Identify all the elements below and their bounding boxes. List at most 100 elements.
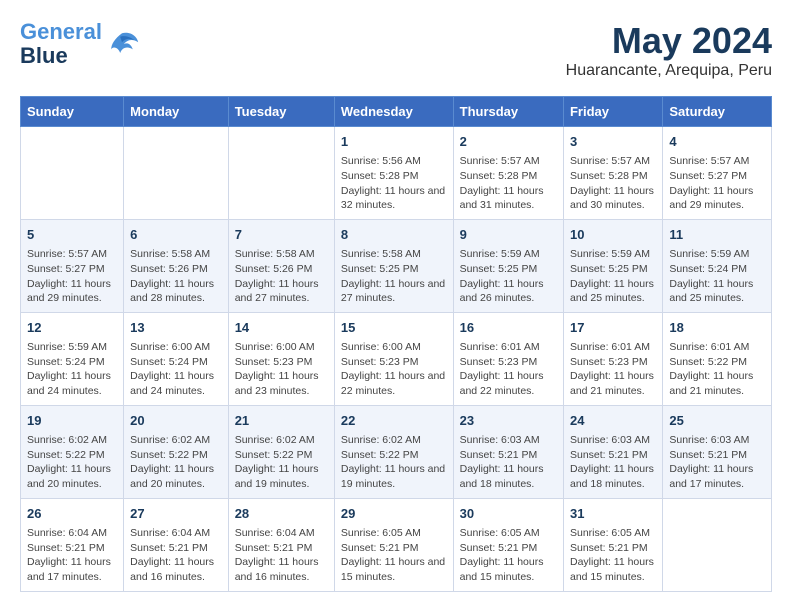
logo-bird-icon	[104, 26, 140, 62]
day-info: Sunrise: 6:03 AM	[460, 433, 557, 448]
calendar-cell: 29Sunrise: 6:05 AMSunset: 5:21 PMDayligh…	[334, 498, 453, 591]
day-info: Sunset: 5:24 PM	[27, 355, 117, 370]
day-info: Sunset: 5:22 PM	[235, 448, 328, 463]
day-info: Daylight: 11 hours and 31 minutes.	[460, 184, 557, 213]
day-info: Sunset: 5:21 PM	[235, 541, 328, 556]
day-number: 10	[570, 226, 656, 244]
day-info: Daylight: 11 hours and 15 minutes.	[460, 555, 557, 584]
day-number: 26	[27, 505, 117, 523]
day-number: 15	[341, 319, 447, 337]
day-info: Sunset: 5:25 PM	[341, 262, 447, 277]
day-info: Daylight: 11 hours and 21 minutes.	[570, 369, 656, 398]
day-info: Sunrise: 5:59 AM	[27, 340, 117, 355]
calendar-cell: 13Sunrise: 6:00 AMSunset: 5:24 PMDayligh…	[124, 312, 229, 405]
day-info: Sunrise: 6:04 AM	[27, 526, 117, 541]
week-row-5: 26Sunrise: 6:04 AMSunset: 5:21 PMDayligh…	[21, 498, 772, 591]
day-number: 25	[669, 412, 765, 430]
day-number: 14	[235, 319, 328, 337]
day-info: Sunrise: 5:56 AM	[341, 154, 447, 169]
calendar-cell: 27Sunrise: 6:04 AMSunset: 5:21 PMDayligh…	[124, 498, 229, 591]
day-info: Sunset: 5:23 PM	[235, 355, 328, 370]
logo-text: GeneralBlue	[20, 20, 102, 68]
day-number: 18	[669, 319, 765, 337]
day-info: Sunset: 5:26 PM	[130, 262, 222, 277]
day-number: 3	[570, 133, 656, 151]
day-info: Daylight: 11 hours and 25 minutes.	[570, 277, 656, 306]
day-number: 28	[235, 505, 328, 523]
day-info: Daylight: 11 hours and 15 minutes.	[570, 555, 656, 584]
day-number: 23	[460, 412, 557, 430]
day-info: Sunset: 5:27 PM	[669, 169, 765, 184]
day-info: Sunrise: 6:05 AM	[460, 526, 557, 541]
day-info: Sunrise: 5:57 AM	[570, 154, 656, 169]
calendar-cell: 10Sunrise: 5:59 AMSunset: 5:25 PMDayligh…	[563, 219, 662, 312]
day-number: 30	[460, 505, 557, 523]
calendar-cell: 19Sunrise: 6:02 AMSunset: 5:22 PMDayligh…	[21, 405, 124, 498]
calendar-cell: 2Sunrise: 5:57 AMSunset: 5:28 PMDaylight…	[453, 127, 563, 220]
calendar-cell: 12Sunrise: 5:59 AMSunset: 5:24 PMDayligh…	[21, 312, 124, 405]
day-info: Sunrise: 6:05 AM	[341, 526, 447, 541]
day-number: 11	[669, 226, 765, 244]
title-block: May 2024 Huarancante, Arequipa, Peru	[566, 20, 772, 80]
day-info: Sunrise: 6:05 AM	[570, 526, 656, 541]
day-info: Daylight: 11 hours and 25 minutes.	[669, 277, 765, 306]
day-number: 13	[130, 319, 222, 337]
day-info: Sunrise: 6:01 AM	[460, 340, 557, 355]
day-info: Sunset: 5:21 PM	[460, 448, 557, 463]
calendar-cell: 6 Sunrise: 5:58 AMSunset: 5:26 PMDaylight…	[124, 219, 229, 312]
calendar-cell: 20Sunrise: 6:02 AMSunset: 5:22 PMDayligh…	[124, 405, 229, 498]
day-number: 16	[460, 319, 557, 337]
header-cell-sunday: Sunday	[21, 97, 124, 127]
day-info: Daylight: 11 hours and 28 minutes.	[130, 277, 222, 306]
week-row-2: 5Sunrise: 5:57 AMSunset: 5:27 PMDaylight…	[21, 219, 772, 312]
day-number: 6	[130, 226, 222, 244]
calendar-cell: 30Sunrise: 6:05 AMSunset: 5:21 PMDayligh…	[453, 498, 563, 591]
day-info: Sunset: 5:21 PM	[27, 541, 117, 556]
day-number: 7	[235, 226, 328, 244]
day-info: Daylight: 11 hours and 20 minutes.	[130, 462, 222, 491]
day-info: Daylight: 11 hours and 29 minutes.	[669, 184, 765, 213]
day-info: Sunset: 5:23 PM	[341, 355, 447, 370]
day-number: 24	[570, 412, 656, 430]
calendar-cell: 28Sunrise: 6:04 AMSunset: 5:21 PMDayligh…	[228, 498, 334, 591]
day-info: Sunrise: 5:58 AM	[130, 247, 222, 262]
header-cell-friday: Friday	[563, 97, 662, 127]
day-info: Daylight: 11 hours and 19 minutes.	[235, 462, 328, 491]
calendar-cell: 14Sunrise: 6:00 AMSunset: 5:23 PMDayligh…	[228, 312, 334, 405]
day-info: Daylight: 11 hours and 19 minutes.	[341, 462, 447, 491]
day-info: Daylight: 11 hours and 18 minutes.	[570, 462, 656, 491]
day-info: Daylight: 11 hours and 17 minutes.	[27, 555, 117, 584]
day-info: Sunset: 5:23 PM	[570, 355, 656, 370]
day-number: 21	[235, 412, 328, 430]
calendar-body: 1Sunrise: 5:56 AMSunset: 5:28 PMDaylight…	[21, 127, 772, 592]
subtitle: Huarancante, Arequipa, Peru	[566, 62, 772, 80]
header-cell-tuesday: Tuesday	[228, 97, 334, 127]
day-number: 19	[27, 412, 117, 430]
day-info: Sunset: 5:21 PM	[570, 541, 656, 556]
day-info: Sunset: 5:22 PM	[27, 448, 117, 463]
day-number: 31	[570, 505, 656, 523]
day-info: Sunset: 5:22 PM	[341, 448, 447, 463]
day-info: Daylight: 11 hours and 27 minutes.	[235, 277, 328, 306]
day-info: Sunrise: 6:00 AM	[130, 340, 222, 355]
day-info: Sunset: 5:25 PM	[460, 262, 557, 277]
day-number: 8	[341, 226, 447, 244]
day-info: Daylight: 11 hours and 26 minutes.	[460, 277, 557, 306]
calendar-cell	[21, 127, 124, 220]
calendar-header: SundayMondayTuesdayWednesdayThursdayFrid…	[21, 97, 772, 127]
day-info: Daylight: 11 hours and 16 minutes.	[235, 555, 328, 584]
day-info: Sunrise: 5:57 AM	[460, 154, 557, 169]
header-row: SundayMondayTuesdayWednesdayThursdayFrid…	[21, 97, 772, 127]
day-info: Sunrise: 5:57 AM	[669, 154, 765, 169]
day-info: Sunset: 5:23 PM	[460, 355, 557, 370]
day-info: Sunset: 5:24 PM	[669, 262, 765, 277]
calendar-cell: 24Sunrise: 6:03 AMSunset: 5:21 PMDayligh…	[563, 405, 662, 498]
calendar-cell	[124, 127, 229, 220]
day-info: Daylight: 11 hours and 18 minutes.	[460, 462, 557, 491]
day-info: Daylight: 11 hours and 21 minutes.	[669, 369, 765, 398]
day-info: Sunrise: 6:01 AM	[570, 340, 656, 355]
day-info: Sunrise: 6:00 AM	[235, 340, 328, 355]
day-info: Sunset: 5:26 PM	[235, 262, 328, 277]
calendar-cell	[663, 498, 772, 591]
day-info: Sunset: 5:21 PM	[130, 541, 222, 556]
